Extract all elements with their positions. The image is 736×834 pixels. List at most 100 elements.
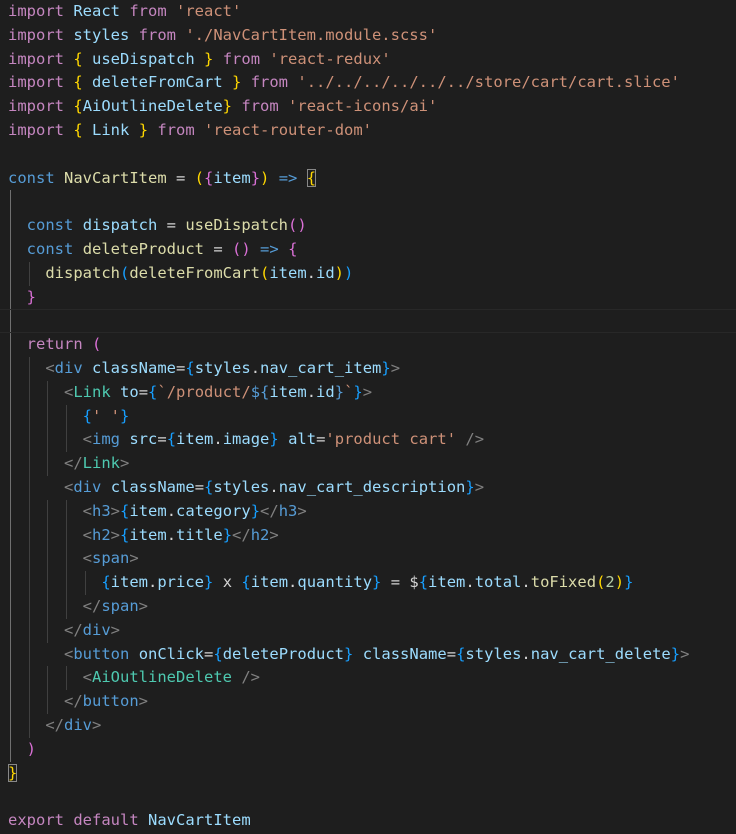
code-line[interactable]: <div className={styles.nav_cart_descript… [0,476,736,500]
code-token: < [82,668,92,687]
code-line[interactable]: } [0,286,736,310]
code-token: dispatch [82,216,158,235]
code-text: } [8,762,18,786]
code-line[interactable] [0,785,736,809]
code-line[interactable]: import { Link } from 'react-router-dom' [0,119,736,143]
code-token: </ [45,716,64,734]
code-token: ( [596,573,606,592]
code-token: } [138,121,149,139]
code-token: import [8,73,64,92]
code-line[interactable]: <h2>{item.title}</h2> [0,524,736,548]
code-text: <AiOutlineDelete /> [8,666,260,690]
code-line[interactable]: import {AiOutlineDelete} from 'react-ico… [0,95,736,119]
code-line[interactable]: {' '} [0,405,736,429]
code-line[interactable]: import React from 'react' [0,0,736,24]
code-line[interactable]: </div> [0,714,736,738]
code-token: /> [465,430,485,449]
code-text: ) [8,738,36,762]
code-token: </ [64,692,83,711]
code-line[interactable]: </span> [0,595,736,619]
code-token: > [110,501,121,520]
code-line[interactable] [0,143,736,167]
code-token: item [269,382,307,401]
code-token: ) [344,263,354,282]
code-line[interactable]: </button> [0,690,736,714]
code-text: <span> [8,547,139,571]
code-token: const [8,168,55,187]
code-line[interactable]: export default NavCartItem [0,809,736,833]
code-line[interactable]: </Link> [0,452,736,476]
code-token: => [260,240,279,258]
code-token: div [73,478,102,496]
code-line[interactable]: </div> [0,619,736,643]
code-token: deleteFromCart [82,73,232,92]
code-line[interactable]: {item.price} x {item.quantity} = ${item.… [0,571,736,595]
code-token: > [680,644,690,663]
code-line[interactable] [0,190,736,214]
code-editor[interactable]: import React from 'react' import styles f… [0,0,736,834]
code-token: id [316,263,335,282]
code-token: => [278,168,298,187]
code-line[interactable]: ) [0,738,736,762]
code-token: item [250,573,289,592]
code-line[interactable]: import { deleteFromCart } from '../../..… [0,71,736,95]
code-line[interactable]: const deleteProduct = () => { [0,238,736,262]
code-line[interactable]: dispatch(deleteFromCart(item.id)) [0,262,736,286]
code-token: title [176,525,223,544]
code-token: 'react' [176,2,242,20]
code-line[interactable] [0,309,736,333]
code-token: = [157,216,186,235]
code-line[interactable]: <h3>{item.category}</h3> [0,500,736,524]
code-token: </ [64,454,83,473]
code-token: img [92,430,120,449]
code-line[interactable]: <span> [0,547,736,571]
code-line[interactable]: <button onClick={deleteProduct} classNam… [0,643,736,667]
code-text: </button> [8,690,148,714]
code-token: ) [26,739,37,758]
code-line[interactable]: <AiOutlineDelete /> [0,666,736,690]
code-line[interactable]: const dispatch = useDispatch() [0,214,736,238]
code-line[interactable]: } [0,762,736,786]
code-token: item [176,430,214,449]
code-token: NavCartItem [64,168,167,187]
code-token: alt [288,430,317,449]
code-line[interactable]: <img src={item.image} alt='product cart'… [0,428,736,452]
code-token: nav_cart_item [260,359,382,377]
code-text: </div> [8,619,120,643]
code-line[interactable]: <div className={styles.nav_cart_item}> [0,357,736,381]
code-token: { [185,359,195,377]
code-token: from [250,73,289,92]
code-line[interactable]: <Link to={`/product/${item.id}`}> [0,381,736,405]
code-token: . [465,573,475,592]
code-text: {item.price} x {item.quantity} = ${item.… [8,571,633,595]
code-text: <button onClick={deleteProduct} classNam… [8,643,689,667]
code-line[interactable]: import styles from './NavCartItem.module… [0,24,736,48]
code-line[interactable]: return ( [0,333,736,357]
code-text: const NavCartItem = ({item}) => { [8,167,317,191]
code-token: < [45,359,55,377]
code-line[interactable]: import { useDispatch } from 'react-redux… [0,48,736,72]
code-token: { [73,49,83,68]
code-token: } [344,644,354,663]
code-token: </ [82,597,102,615]
code-token: } [269,430,279,449]
code-line[interactable]: const NavCartItem = ({item}) => { [0,167,736,191]
code-token: > [110,620,121,639]
code-text: import styles from './NavCartItem.module… [8,24,437,48]
code-text: <h2>{item.title}</h2> [8,524,279,548]
code-token: className [362,644,447,663]
code-token: button [82,692,139,711]
code-token: . [306,382,317,401]
